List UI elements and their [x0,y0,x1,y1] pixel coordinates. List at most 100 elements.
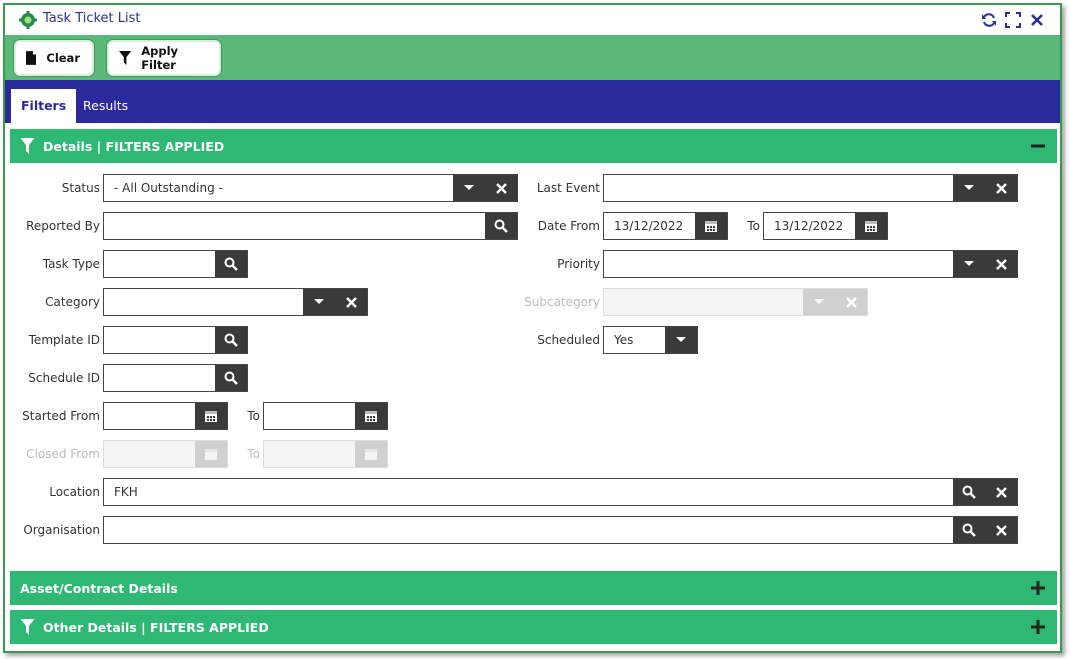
subcategory-value [604,289,803,315]
search-icon[interactable] [215,365,247,391]
task-type-label: Task Type [42,257,100,271]
fullscreen-icon[interactable] [1004,11,1022,29]
apply-filter-label: Apply Filter [141,44,179,72]
template-id-value [104,327,215,353]
clear-label: Clear [46,51,80,65]
chevron-down-icon[interactable] [303,289,335,315]
refresh-icon[interactable] [980,11,998,29]
chevron-down-icon[interactable] [953,251,985,277]
closed-to-value [264,441,355,467]
subcategory-select [603,288,868,316]
schedule-id-field[interactable] [103,364,248,392]
last-event-select[interactable] [603,174,1018,202]
tab-bar: Filters Results [5,80,1060,123]
organisation-label: Organisation [23,523,100,537]
close-icon[interactable] [1028,11,1046,29]
other-details-section-title: Other Details | FILTERS APPLIED [43,619,269,635]
chevron-down-icon[interactable] [953,175,985,201]
status-select[interactable]: - All Outstanding - [103,174,518,202]
date-from-field[interactable]: 13/12/2022 [603,212,728,240]
window-controls [980,11,1046,29]
date-to-field[interactable]: 13/12/2022 [763,212,888,240]
asset-contract-section-title: Asset/Contract Details [20,580,178,596]
calendar-icon [355,441,387,467]
collapse-icon[interactable] [1029,137,1047,155]
clear-icon [835,289,867,315]
task-type-value [104,251,215,277]
started-from-label: Started From [22,409,100,423]
location-value: FKH [114,485,138,499]
clear-button[interactable]: Clear [14,40,94,76]
calendar-icon [195,441,227,467]
template-id-field[interactable] [103,326,248,354]
closed-to-label: To [247,447,260,461]
closed-from-value [104,441,195,467]
chevron-down-icon[interactable] [453,175,485,201]
clear-icon[interactable] [985,479,1017,505]
chevron-down-icon [803,289,835,315]
started-from-value [104,403,195,429]
last-event-label: Last Event [536,181,600,195]
template-id-label: Template ID [28,333,100,347]
clear-icon[interactable] [985,175,1017,201]
closed-to-field [263,440,388,468]
calendar-icon[interactable] [355,403,387,429]
started-to-field[interactable] [263,402,388,430]
schedule-id-label: Schedule ID [28,371,100,385]
category-select[interactable] [103,288,368,316]
scheduled-select[interactable]: Yes [603,326,698,354]
priority-value [604,251,953,277]
clear-icon[interactable] [335,289,367,315]
date-to-value: 13/12/2022 [774,219,844,233]
calendar-icon[interactable] [695,213,727,239]
category-label: Category [45,295,100,309]
expand-icon[interactable] [1029,618,1047,636]
location-label: Location [49,485,100,499]
schedule-id-value [104,365,215,391]
date-from-value: 13/12/2022 [614,219,684,233]
reported-by-label: Reported By [26,219,100,233]
date-from-label: Date From [537,219,600,233]
tab-filters[interactable]: Filters [11,89,77,123]
organisation-value [104,517,953,543]
date-to-label: To [747,219,760,233]
category-value [104,289,303,315]
started-from-field[interactable] [103,402,228,430]
apply-filter-button[interactable]: Apply Filter [107,40,221,76]
expand-icon[interactable] [1029,579,1047,597]
closed-from-label: Closed From [26,447,100,461]
tab-results[interactable]: Results [73,89,138,123]
subcategory-label: Subcategory [524,295,600,309]
search-icon[interactable] [953,479,985,505]
window-title: Task Ticket List [43,11,141,26]
closed-from-field [103,440,228,468]
scheduled-value: Yes [614,333,634,347]
search-icon[interactable] [953,517,985,543]
chevron-down-icon[interactable] [665,327,697,353]
toolbar: Clear Apply Filter [5,35,1060,80]
calendar-icon[interactable] [855,213,887,239]
scheduled-label: Scheduled [537,333,600,347]
filter-icon [20,138,35,154]
started-to-value [264,403,355,429]
location-field[interactable]: FKH [103,478,1018,506]
task-ticket-list-window: Task Ticket List Clear Apply Filter Filt… [3,3,1062,653]
gear-icon [19,11,37,29]
search-icon[interactable] [215,251,247,277]
search-icon[interactable] [215,327,247,353]
details-section-title: Details | FILTERS APPLIED [43,138,225,154]
clear-icon[interactable] [985,251,1017,277]
other-details-section-header[interactable]: Other Details | FILTERS APPLIED [10,610,1057,644]
clear-icon[interactable] [985,517,1017,543]
details-section-header[interactable]: Details | FILTERS APPLIED [10,129,1057,163]
reported-by-value [104,213,485,239]
organisation-field[interactable] [103,516,1018,544]
task-type-field[interactable] [103,250,248,278]
title-bar: Task Ticket List [5,5,1060,35]
document-icon [26,51,37,65]
status-label: Status [61,181,100,195]
asset-contract-section-header[interactable]: Asset/Contract Details [10,571,1057,605]
reported-by-field[interactable] [103,212,518,240]
calendar-icon[interactable] [195,403,227,429]
priority-select[interactable] [603,250,1018,278]
